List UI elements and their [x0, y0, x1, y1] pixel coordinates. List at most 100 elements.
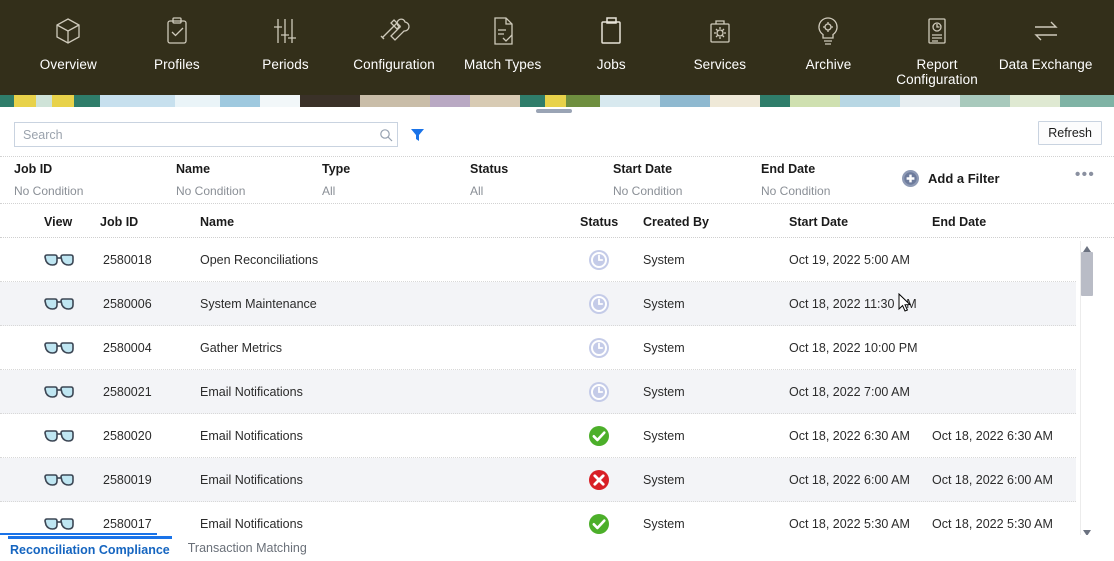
cube-icon: [51, 14, 85, 48]
row-job-id: 2580018: [103, 253, 152, 267]
nav-label: Overview: [39, 57, 97, 72]
search-icon[interactable]: [379, 128, 393, 142]
nav-item-periods[interactable]: Periods: [231, 8, 340, 72]
column-header-view[interactable]: View: [44, 215, 72, 229]
nav-item-overview[interactable]: Overview: [14, 8, 123, 72]
nav-label: Configuration: [353, 57, 435, 72]
row-status-cell: [588, 238, 610, 282]
row-created-by: System: [643, 297, 685, 311]
caret-up-icon[interactable]: [1081, 241, 1093, 252]
glasses-icon[interactable]: [44, 517, 74, 531]
nav-item-match-types[interactable]: Match Types: [448, 8, 557, 72]
table-header: View Job ID Name Status Created By Start…: [0, 207, 1114, 238]
table-row[interactable]: 2580004 Gather Metrics System Oct 18, 2022 …: [0, 326, 1076, 370]
clipboard-check-icon: [160, 14, 194, 48]
banner-collapse-handle[interactable]: [536, 109, 572, 113]
nav-label: Profiles: [153, 57, 200, 72]
nav-item-archive[interactable]: Archive: [774, 8, 883, 72]
search-input[interactable]: [23, 127, 379, 142]
filter-label: Status: [470, 162, 509, 176]
column-header-end-date[interactable]: End Date: [932, 215, 986, 229]
column-header-created-by[interactable]: Created By: [643, 215, 709, 229]
refresh-button[interactable]: Refresh: [1038, 121, 1102, 145]
row-created-by: System: [643, 517, 685, 531]
row-name: Email Notifications: [200, 517, 303, 531]
filter-value[interactable]: No Condition: [176, 184, 245, 198]
row-start-date: Oct 18, 2022 11:30 PM: [789, 297, 917, 311]
table-row[interactable]: 2580017 Email Notifications System Oct 18, …: [0, 502, 1076, 535]
filter-label: Job ID: [14, 162, 53, 176]
filter-value[interactable]: No Condition: [761, 184, 830, 198]
row-job-id: 2580006: [103, 297, 152, 311]
exchange-arrows-icon: [1029, 14, 1063, 48]
row-created-by: System: [643, 473, 685, 487]
filter-more-menu[interactable]: •••: [1075, 167, 1095, 182]
filter-column-status: Status All: [470, 162, 508, 198]
row-created-by: System: [643, 341, 685, 355]
nav-item-report-configuration[interactable]: Report Configuration: [883, 8, 992, 87]
filter-value[interactable]: No Condition: [14, 184, 83, 198]
scrollbar-track[interactable]: [1081, 252, 1093, 524]
glasses-icon[interactable]: [44, 341, 74, 355]
column-header-job-id[interactable]: Job ID: [100, 215, 138, 229]
glasses-icon[interactable]: [44, 473, 74, 487]
row-status-cell: [588, 326, 610, 370]
row-view-cell: [44, 238, 74, 282]
caret-down-icon[interactable]: [1081, 525, 1093, 536]
table-row[interactable]: 2580020 Email Notifications System Oct 18, …: [0, 414, 1076, 458]
column-header-status[interactable]: Status: [580, 215, 618, 229]
row-view-cell: [44, 282, 74, 326]
scrollbar-thumb[interactable]: [1081, 252, 1093, 296]
table-row[interactable]: 2580006 System Maintenance System Oct 18, 2…: [0, 282, 1076, 326]
column-header-name[interactable]: Name: [200, 215, 234, 229]
filter-value[interactable]: All: [470, 184, 508, 198]
row-view-cell: [44, 326, 74, 370]
row-view-cell: [44, 370, 74, 414]
nav-label: Jobs: [596, 57, 626, 72]
bottom-tab-reconciliation-compliance[interactable]: Reconciliation Compliance: [8, 536, 172, 560]
nav-item-services[interactable]: Services: [666, 8, 775, 72]
row-start-date: Oct 18, 2022 10:00 PM: [789, 341, 918, 355]
toolbox-gear-icon: [703, 14, 737, 48]
nav-item-data-exchange[interactable]: Data Exchange: [991, 8, 1100, 72]
funnel-icon[interactable]: [410, 127, 425, 142]
filter-value[interactable]: No Condition: [613, 184, 682, 198]
row-view-cell: [44, 458, 74, 502]
glasses-icon[interactable]: [44, 253, 74, 267]
banner-image: [0, 95, 1114, 107]
row-name: Email Notifications: [200, 473, 303, 487]
nav-item-profiles[interactable]: Profiles: [123, 8, 232, 72]
table-row[interactable]: 2580018 Open Reconciliations System Oct 19,…: [0, 238, 1076, 282]
column-header-start-date[interactable]: Start Date: [789, 215, 848, 229]
glasses-icon[interactable]: [44, 385, 74, 399]
glasses-icon[interactable]: [44, 297, 74, 311]
row-name: Email Notifications: [200, 385, 303, 399]
row-name: Email Notifications: [200, 429, 303, 443]
filter-label: Name: [176, 162, 211, 176]
row-start-date: Oct 18, 2022 5:30 AM: [789, 517, 910, 531]
filter-value[interactable]: All: [322, 184, 350, 198]
row-status-cell: [588, 502, 610, 535]
row-job-id: 2580017: [103, 517, 152, 531]
status-pending-icon: [588, 337, 610, 359]
table-row[interactable]: 2580021 Email Notifications System Oct 18, …: [0, 370, 1076, 414]
nav-label: Report Configuration: [896, 57, 978, 87]
nav-item-jobs[interactable]: Jobs: [557, 8, 666, 72]
add-filter-button[interactable]: Add a Filter: [901, 169, 1000, 188]
row-view-cell: [44, 414, 74, 458]
top-navigation: Overview Profiles Periods Configuration …: [0, 0, 1114, 95]
search-toolbar: Refresh: [0, 118, 1114, 156]
filter-column-name: Name No Condition: [176, 162, 245, 198]
nav-item-configuration[interactable]: Configuration: [340, 8, 449, 72]
search-field[interactable]: [14, 122, 398, 147]
add-filter-label: Add a Filter: [928, 171, 1000, 186]
table-row[interactable]: 2580019 Email Notifications System Oct 18, …: [0, 458, 1076, 502]
row-job-id: 2580004: [103, 341, 152, 355]
status-pending-icon: [588, 381, 610, 403]
clipboard-icon: [594, 14, 628, 48]
glasses-icon[interactable]: [44, 429, 74, 443]
bottom-tab-transaction-matching[interactable]: Transaction Matching: [186, 538, 309, 558]
filter-label: End Date: [761, 162, 816, 176]
row-end-date: Oct 18, 2022 6:00 AM: [932, 473, 1053, 487]
table-vertical-scrollbar[interactable]: [1080, 241, 1093, 536]
